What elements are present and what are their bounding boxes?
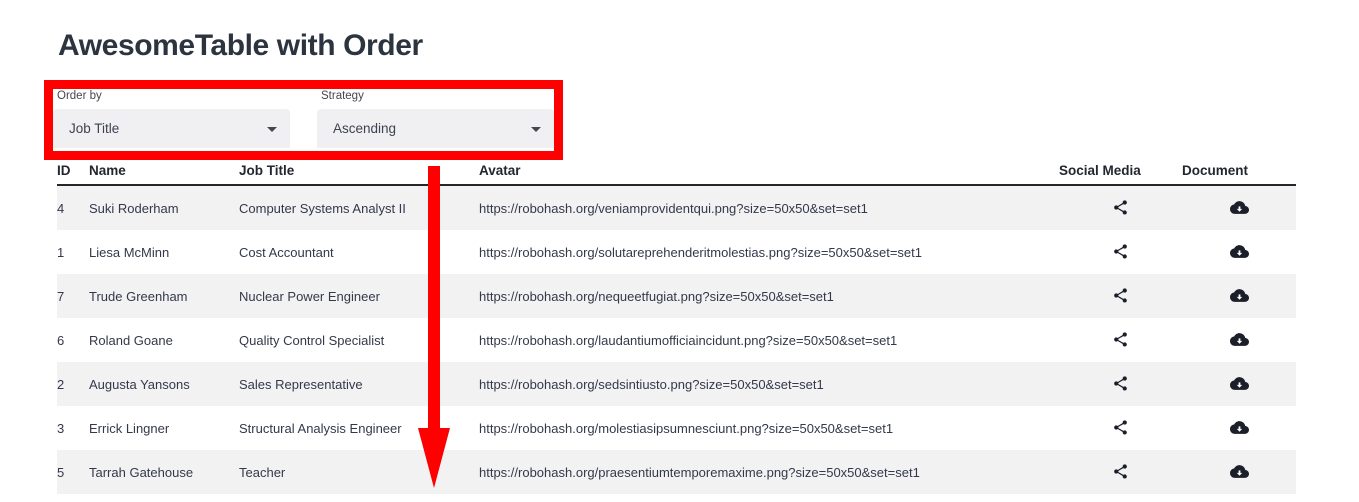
cell-avatar: https://robohash.org/veniamprovidentqui.… bbox=[479, 185, 1059, 230]
cloud-download-icon[interactable] bbox=[1228, 372, 1250, 394]
table-row[interactable]: 6 Roland Goane Quality Control Specialist h… bbox=[57, 318, 1296, 362]
cell-id: 6 bbox=[57, 318, 89, 362]
cloud-download-icon[interactable] bbox=[1228, 328, 1250, 350]
cell-avatar: https://robohash.org/praesentiumtemporem… bbox=[479, 450, 1059, 494]
cell-document bbox=[1182, 450, 1296, 494]
cell-name: Liesa McMinn bbox=[89, 230, 239, 274]
cell-social-media bbox=[1059, 362, 1182, 406]
cell-job-title: Quality Control Specialist bbox=[239, 318, 479, 362]
order-controls: Order by Job Title Strategy Ascending bbox=[53, 89, 554, 151]
strategy-select[interactable]: Ascending bbox=[317, 109, 554, 148]
order-by-label: Order by bbox=[57, 90, 102, 102]
cloud-download-icon[interactable] bbox=[1228, 284, 1250, 306]
share-icon[interactable] bbox=[1110, 241, 1132, 263]
order-by-field: Order by Job Title bbox=[53, 89, 290, 151]
column-header-document[interactable]: Document bbox=[1182, 163, 1296, 186]
cell-avatar: https://robohash.org/laudantiumofficiain… bbox=[479, 318, 1059, 362]
cell-social-media bbox=[1059, 318, 1182, 362]
cloud-download-icon[interactable] bbox=[1228, 240, 1250, 262]
share-icon[interactable] bbox=[1110, 197, 1132, 219]
data-table-container: ID Name Job Title Avatar Social Media Do… bbox=[57, 163, 1296, 494]
strategy-value: Ascending bbox=[333, 121, 397, 136]
cell-job-title: Cost Accountant bbox=[239, 230, 479, 274]
chevron-down-icon bbox=[531, 126, 541, 132]
order-by-select[interactable]: Job Title bbox=[53, 109, 290, 148]
cell-id: 7 bbox=[57, 274, 89, 318]
cell-social-media bbox=[1059, 230, 1182, 274]
cell-avatar: https://robohash.org/nequeetfugiat.png?s… bbox=[479, 274, 1059, 318]
cell-avatar: https://robohash.org/solutareprehenderit… bbox=[479, 230, 1059, 274]
cell-id: 5 bbox=[57, 450, 89, 494]
cell-document bbox=[1182, 185, 1296, 230]
table-row[interactable]: 4 Suki Roderham Computer Systems Analyst I… bbox=[57, 185, 1296, 230]
table-row[interactable]: 7 Trude Greenham Nuclear Power Engineer htt… bbox=[57, 274, 1296, 318]
cell-document bbox=[1182, 318, 1296, 362]
data-table: ID Name Job Title Avatar Social Media Do… bbox=[57, 163, 1296, 494]
chevron-down-icon bbox=[267, 126, 277, 132]
order-by-value: Job Title bbox=[69, 121, 120, 136]
cell-id: 3 bbox=[57, 406, 89, 450]
cell-name: Suki Roderham bbox=[89, 185, 239, 230]
share-icon[interactable] bbox=[1110, 373, 1132, 395]
share-icon[interactable] bbox=[1110, 329, 1132, 351]
column-header-job-title[interactable]: Job Title bbox=[239, 163, 479, 186]
table-row[interactable]: 3 Errick Lingner Structural Analysis Engin… bbox=[57, 406, 1296, 450]
cell-social-media bbox=[1059, 450, 1182, 494]
column-header-avatar[interactable]: Avatar bbox=[479, 163, 1059, 186]
cell-name: Trude Greenham bbox=[89, 274, 239, 318]
cell-job-title: Computer Systems Analyst II bbox=[239, 185, 479, 230]
cell-social-media bbox=[1059, 185, 1182, 230]
cloud-download-icon[interactable] bbox=[1228, 416, 1250, 438]
cell-document bbox=[1182, 362, 1296, 406]
cloud-download-icon[interactable] bbox=[1228, 196, 1250, 218]
table-row[interactable]: 2 Augusta Yansons Sales Representative http… bbox=[57, 362, 1296, 406]
column-header-id[interactable]: ID bbox=[57, 163, 89, 186]
column-header-name[interactable]: Name bbox=[89, 163, 239, 186]
cloud-download-icon[interactable] bbox=[1228, 460, 1250, 482]
share-icon[interactable] bbox=[1110, 461, 1132, 483]
cell-avatar: https://robohash.org/molestiasipsumnesci… bbox=[479, 406, 1059, 450]
cell-document bbox=[1182, 274, 1296, 318]
cell-social-media bbox=[1059, 274, 1182, 318]
cell-name: Errick Lingner bbox=[89, 406, 239, 450]
strategy-field: Strategy Ascending bbox=[317, 89, 554, 151]
cell-id: 1 bbox=[57, 230, 89, 274]
cell-name: Augusta Yansons bbox=[89, 362, 239, 406]
table-row[interactable]: 1 Liesa McMinn Cost Accountant https://robo… bbox=[57, 230, 1296, 274]
table-row[interactable]: 5 Tarrah Gatehouse Teacher https://robohash… bbox=[57, 450, 1296, 494]
share-icon[interactable] bbox=[1110, 285, 1132, 307]
cell-job-title: Nuclear Power Engineer bbox=[239, 274, 479, 318]
table-body: 4 Suki Roderham Computer Systems Analyst I… bbox=[57, 185, 1296, 494]
cell-avatar: https://robohash.org/sedsintiusto.png?si… bbox=[479, 362, 1059, 406]
cell-job-title: Sales Representative bbox=[239, 362, 479, 406]
share-icon[interactable] bbox=[1110, 417, 1132, 439]
cell-id: 2 bbox=[57, 362, 89, 406]
page-title: AwesomeTable with Order bbox=[58, 29, 423, 62]
column-header-social-media[interactable]: Social Media bbox=[1059, 163, 1182, 186]
strategy-label: Strategy bbox=[321, 90, 364, 102]
cell-document bbox=[1182, 230, 1296, 274]
cell-document bbox=[1182, 406, 1296, 450]
page-root: AwesomeTable with Order Order by Job Tit… bbox=[0, 0, 1359, 502]
table-header: ID Name Job Title Avatar Social Media Do… bbox=[57, 163, 1296, 186]
cell-job-title: Structural Analysis Engineer bbox=[239, 406, 479, 450]
cell-name: Tarrah Gatehouse bbox=[89, 450, 239, 494]
table-header-row: ID Name Job Title Avatar Social Media Do… bbox=[57, 163, 1296, 186]
cell-name: Roland Goane bbox=[89, 318, 239, 362]
cell-social-media bbox=[1059, 406, 1182, 450]
cell-id: 4 bbox=[57, 185, 89, 230]
cell-job-title: Teacher bbox=[239, 450, 479, 494]
